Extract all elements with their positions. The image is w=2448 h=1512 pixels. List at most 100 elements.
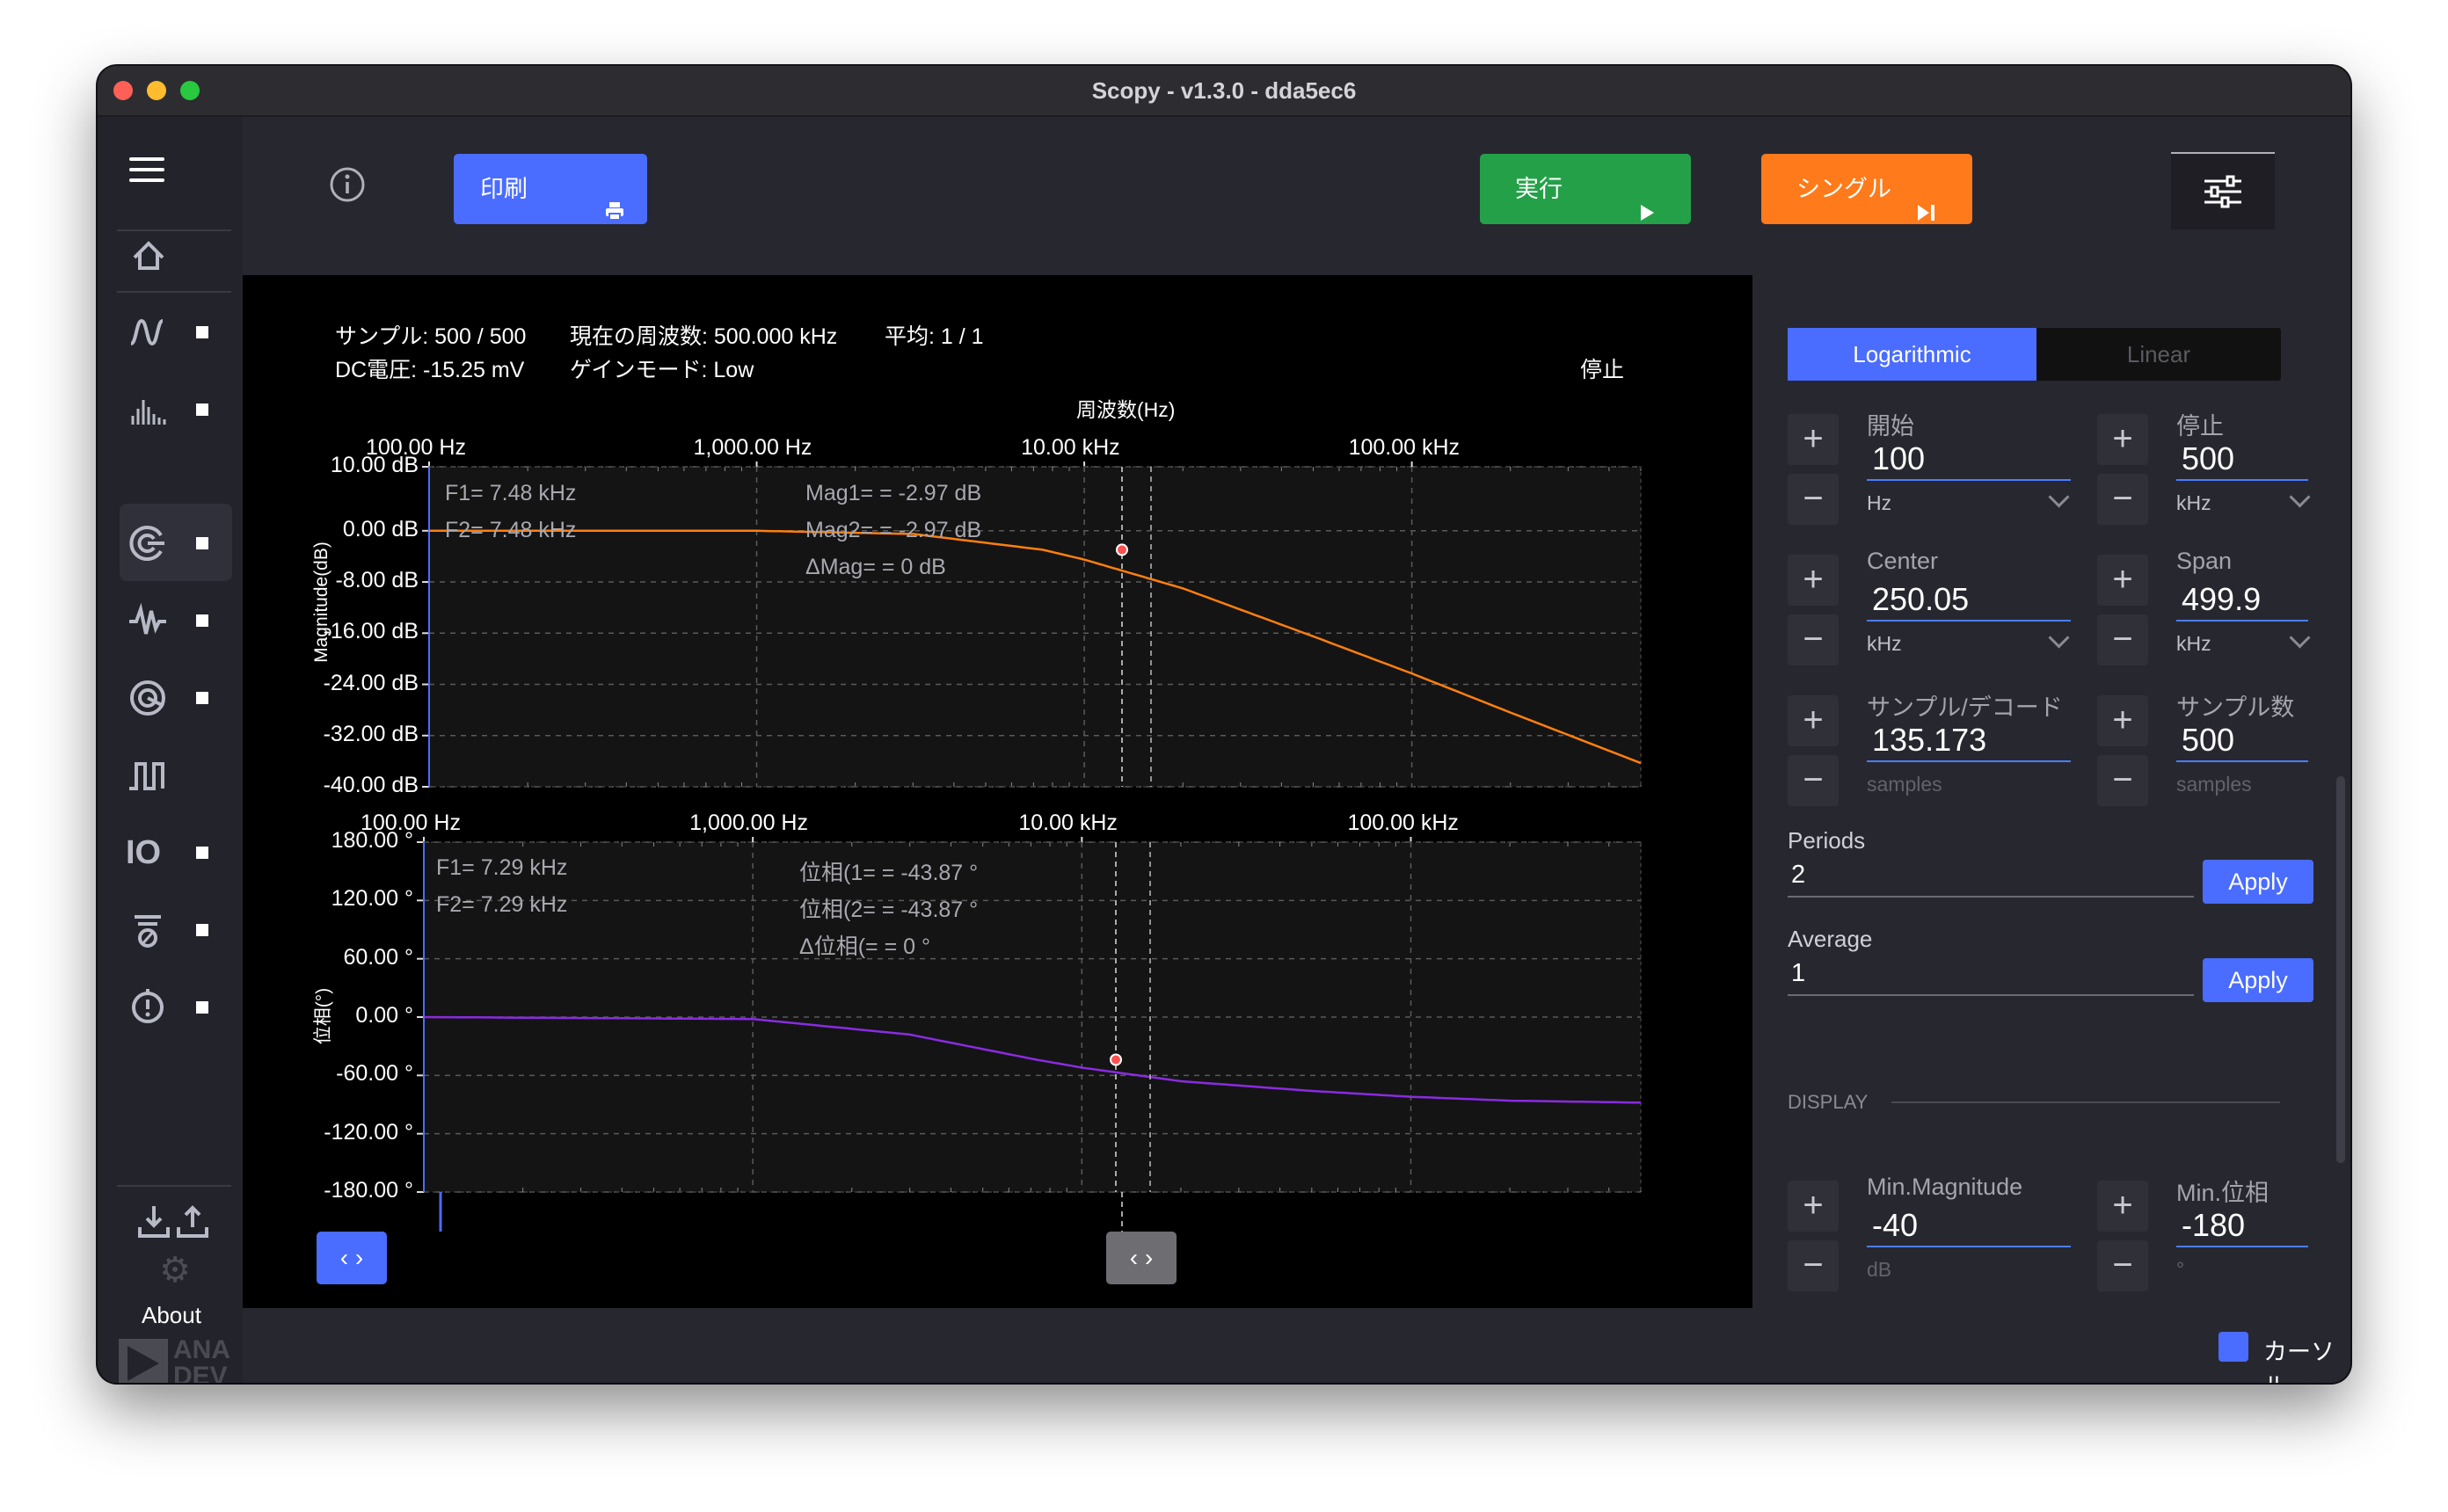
span-decrement-button[interactable]: − xyxy=(2097,614,2148,665)
scale-toggle: Logarithmic Linear xyxy=(1788,328,2281,381)
window-title: Scopy - v1.3.0 - dda5ec6 xyxy=(1091,77,1357,104)
periods-apply-button[interactable]: Apply xyxy=(2203,860,2313,904)
start-label: 開始 xyxy=(1867,413,1914,440)
chevron-down-icon[interactable] xyxy=(2048,627,2070,649)
digital-io-icon: IO xyxy=(126,834,162,871)
center-decrement-button[interactable]: − xyxy=(1788,614,1839,665)
sidebar-item-pattern-generator[interactable] xyxy=(115,745,234,806)
magnitude-plot-frame xyxy=(428,466,1642,788)
sample-count-decrement-button[interactable]: − xyxy=(2097,755,2148,806)
sidebar-item-oscilloscope[interactable] xyxy=(115,302,234,363)
status-indicator xyxy=(196,326,208,338)
single-button[interactable]: シングル xyxy=(1761,154,1972,224)
tab-linear[interactable]: Linear xyxy=(2036,328,2281,381)
phase-cursor-f1: F1= 7.29 kHz xyxy=(436,855,568,880)
stop-decrement-button[interactable]: − xyxy=(2097,474,2148,525)
sidebar-item-spectrum-analyzer[interactable] xyxy=(115,379,234,440)
about-link[interactable]: About xyxy=(142,1302,201,1329)
magnitude-cursor-marker xyxy=(1116,543,1128,556)
samples-per-decade-input[interactable]: 135.173 xyxy=(1872,722,1986,759)
sample-count-increment-button[interactable]: + xyxy=(2097,695,2148,746)
phase-cursor-f2: F2= 7.29 kHz xyxy=(436,892,568,917)
status-indicator xyxy=(196,847,208,859)
display-section-label: DISPLAY xyxy=(1788,1091,1869,1113)
samples-per-decade-unit: samples xyxy=(1867,773,1942,796)
home-icon[interactable] xyxy=(128,235,170,277)
min-phase-increment-button[interactable]: + xyxy=(2097,1181,2148,1232)
min-magnitude-input[interactable]: -40 xyxy=(1872,1207,1918,1244)
samples-per-decade-decrement-button[interactable]: − xyxy=(1788,755,1839,806)
cursor-handle-button[interactable]: ‹ › xyxy=(1106,1232,1177,1284)
sidebar-item-network-analyzer[interactable] xyxy=(115,512,234,574)
menu-icon[interactable] xyxy=(124,152,170,187)
phase-cursor-ph2: 位相(2= = -43.87 ° xyxy=(799,898,979,922)
start-input[interactable]: 100 xyxy=(1872,440,1925,477)
mag-cursor-mag1: Mag1= = -2.97 dB xyxy=(805,481,982,505)
start-decrement-button[interactable]: − xyxy=(1788,474,1839,525)
printer-icon xyxy=(605,179,624,250)
sidebar-item-power-supply[interactable] xyxy=(115,899,234,961)
average-label: Average xyxy=(1788,926,1873,952)
save-icon[interactable] xyxy=(173,1203,212,1241)
status-indicator xyxy=(196,924,208,936)
bottom-bar: カーソル xyxy=(243,1308,2350,1383)
span-increment-button[interactable]: + xyxy=(2097,555,2148,606)
run-label: 実行 xyxy=(1515,176,1563,202)
magnitude-series-line xyxy=(429,529,1642,765)
stop-unit-select[interactable]: kHz xyxy=(2176,491,2211,515)
sidebar-item-logic-analyzer[interactable] xyxy=(115,667,234,729)
spectrum-analyzer-icon xyxy=(126,388,170,436)
print-label: 印刷 xyxy=(480,176,528,202)
plot-canvas xyxy=(417,462,1642,1232)
min-magnitude-increment-button[interactable]: + xyxy=(1788,1181,1839,1232)
print-button[interactable]: 印刷 xyxy=(454,154,647,224)
settings-menu-button[interactable] xyxy=(2171,152,2275,229)
samples-per-decade-increment-button[interactable]: + xyxy=(1788,695,1839,746)
preferences-gear-icon[interactable]: ⚙ xyxy=(156,1251,194,1290)
chevron-down-icon[interactable] xyxy=(2048,486,2070,508)
sliders-icon xyxy=(2204,175,2241,208)
center-unit-select[interactable]: kHz xyxy=(1867,632,1902,656)
phase-cursor-marker xyxy=(1110,1053,1122,1066)
voltmeter-icon xyxy=(126,985,170,1034)
panel-scrollbar[interactable] xyxy=(2336,776,2345,1163)
run-button[interactable]: 実行 xyxy=(1480,154,1691,224)
average-apply-button[interactable]: Apply xyxy=(2203,958,2313,1002)
start-unit-select[interactable]: Hz xyxy=(1867,491,1891,515)
cursor-checkbox[interactable] xyxy=(2218,1332,2248,1362)
cursor-label: カーソル xyxy=(2263,1339,2335,1383)
oscilloscope-icon xyxy=(126,310,170,359)
min-magnitude-label: Min.Magnitude xyxy=(1867,1174,2023,1200)
average-input[interactable]: 1 xyxy=(1791,959,1805,988)
min-phase-unit: ° xyxy=(2176,1258,2185,1281)
sidebar-item-digital-io[interactable]: IO xyxy=(115,822,234,883)
min-phase-input[interactable]: -180 xyxy=(2182,1207,2245,1244)
chevron-down-icon[interactable] xyxy=(2289,627,2311,649)
periods-label: Periods xyxy=(1788,827,1866,854)
center-increment-button[interactable]: + xyxy=(1788,555,1839,606)
sample-count-input[interactable]: 500 xyxy=(2182,722,2234,759)
chevron-down-icon[interactable] xyxy=(2289,486,2311,508)
load-icon[interactable] xyxy=(135,1203,173,1241)
stop-increment-button[interactable]: + xyxy=(2097,414,2148,465)
scroll-left-right-button[interactable]: ‹ › xyxy=(317,1232,387,1284)
span-input[interactable]: 499.9 xyxy=(2182,581,2261,618)
start-increment-button[interactable]: + xyxy=(1788,414,1839,465)
power-supply-icon xyxy=(126,908,170,956)
center-input[interactable]: 250.05 xyxy=(1872,581,1969,618)
min-magnitude-decrement-button[interactable]: − xyxy=(1788,1240,1839,1291)
span-unit-select[interactable]: kHz xyxy=(2176,632,2211,656)
periods-input[interactable]: 2 xyxy=(1791,861,1805,890)
sidebar-item-signal-generator[interactable] xyxy=(115,590,234,651)
mag-cursor-f1: F1= 7.48 kHz xyxy=(445,481,577,505)
tab-logarithmic[interactable]: Logarithmic xyxy=(1788,328,2036,381)
pattern-generator-icon xyxy=(126,753,170,802)
min-phase-decrement-button[interactable]: − xyxy=(2097,1240,2148,1291)
step-forward-icon xyxy=(1916,180,1937,251)
info-icon[interactable] xyxy=(328,165,367,204)
stop-input[interactable]: 500 xyxy=(2182,440,2234,477)
sidebar-item-voltmeter[interactable] xyxy=(115,977,234,1038)
signal-generator-icon xyxy=(126,599,170,647)
settings-panel: Logarithmic Linear + − 開始 100 Hz + − 停止 … xyxy=(1752,275,2350,1308)
status-indicator xyxy=(196,614,208,627)
